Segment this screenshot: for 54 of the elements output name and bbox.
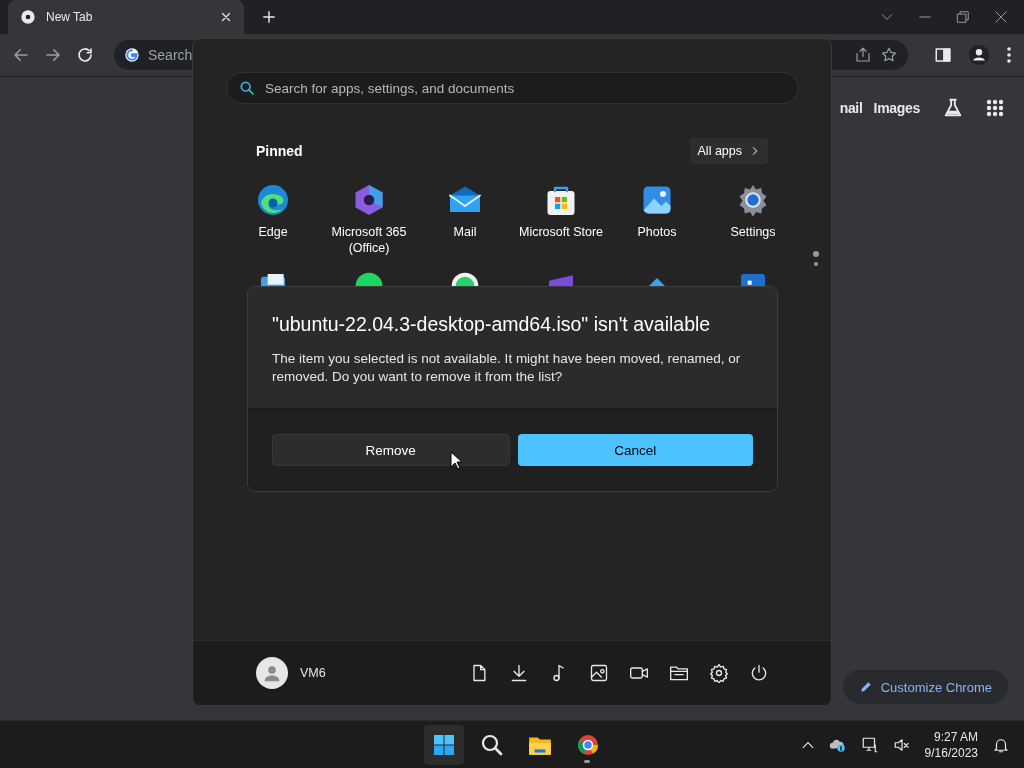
more-icon[interactable] <box>1006 46 1012 64</box>
apps-grid-icon[interactable] <box>986 99 1004 117</box>
pencil-icon <box>858 680 873 694</box>
profile-icon[interactable] <box>968 44 990 66</box>
download-icon[interactable] <box>509 663 529 683</box>
app-tile[interactable]: Microsoft Store <box>513 182 609 256</box>
search-icon <box>239 80 255 96</box>
settings-icon[interactable] <box>709 663 729 683</box>
chevron-right-icon <box>750 146 760 156</box>
forward-icon[interactable] <box>44 46 62 64</box>
app-tile[interactable]: Edge <box>225 182 321 256</box>
close-icon[interactable] <box>994 10 1008 24</box>
user-avatar[interactable] <box>256 657 288 689</box>
dialog-title: "ubuntu-22.04.3-desktop-amd64.iso" isn't available <box>272 313 712 336</box>
search-field[interactable]: Search for apps, settings, and documents <box>226 72 799 104</box>
page-indicator[interactable] <box>813 251 819 267</box>
network-icon[interactable] <box>860 735 879 754</box>
star-icon[interactable] <box>880 46 898 64</box>
app-tile[interactable]: Photos <box>609 182 705 256</box>
reload-icon[interactable] <box>76 46 94 64</box>
google-icon <box>124 47 140 63</box>
app-tile[interactable]: Mail <box>417 182 513 256</box>
edge-icon[interactable] <box>255 182 291 218</box>
tab-title: New Tab <box>46 10 94 24</box>
address-placeholder: Search <box>148 47 193 63</box>
image-icon[interactable] <box>589 663 609 683</box>
flask-icon[interactable] <box>942 97 964 119</box>
clock-time[interactable]: 9:27 AM <box>933 728 978 745</box>
header-link[interactable]: nail <box>839 100 863 116</box>
restore-icon[interactable] <box>956 10 970 24</box>
app-tile[interactable]: Settings <box>705 182 801 256</box>
header-link[interactable]: Images <box>873 100 920 116</box>
share-icon[interactable] <box>854 46 872 64</box>
chrome-logo-icon <box>576 732 600 757</box>
user-name[interactable]: VM6 <box>300 666 457 680</box>
back-icon[interactable] <box>12 46 30 64</box>
section-title: Pinned <box>256 143 303 159</box>
windows-logo-icon <box>432 732 456 757</box>
customize-button[interactable]: Customize Chrome <box>842 670 1008 704</box>
all-apps-button[interactable]: All apps <box>689 138 768 164</box>
browser-tab[interactable]: New Tab <box>8 0 244 34</box>
remove-button[interactable]: Remove <box>272 434 510 466</box>
plus-icon[interactable] <box>262 10 276 24</box>
app-tile[interactable]: Microsoft 365 (Office) <box>321 182 417 256</box>
search-icon <box>480 732 504 757</box>
search-placeholder: Search for apps, settings, and documents <box>265 80 515 96</box>
cancel-button[interactable]: Cancel <box>517 434 753 466</box>
side-panel-icon[interactable] <box>934 46 952 64</box>
start-button[interactable] <box>424 724 464 765</box>
browser-logo-icon <box>20 9 36 25</box>
power-icon[interactable] <box>749 663 769 683</box>
dialog-message: The item you selected is not available. It might have been moved, renamed, or removed. Do you want to remove it from the list? <box>272 350 742 386</box>
clock-date[interactable]: 9/16/2023 <box>924 744 978 761</box>
mouse-pointer-icon <box>450 451 462 470</box>
